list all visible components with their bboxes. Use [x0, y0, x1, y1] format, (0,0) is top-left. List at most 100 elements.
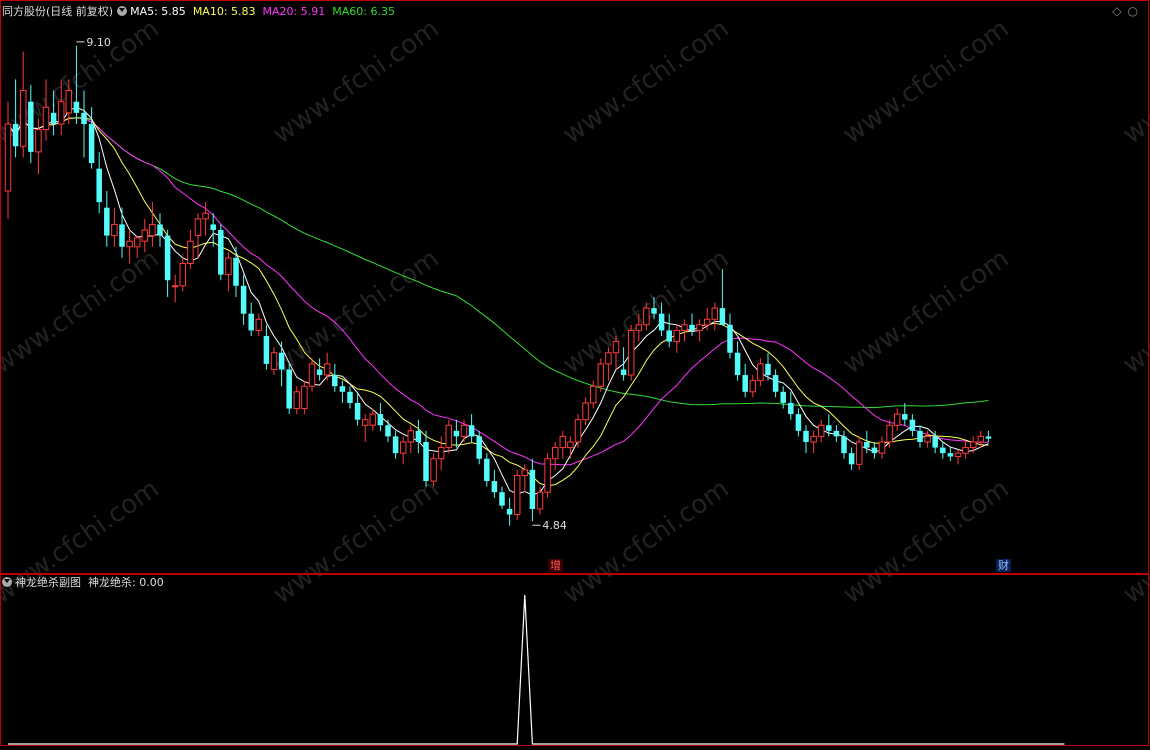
- candle-body: [977, 435, 985, 443]
- candle-body: [81, 112, 87, 124]
- candle: [218, 224, 224, 281]
- candle: [780, 386, 786, 409]
- candle: [293, 386, 301, 415]
- candle-body: [559, 435, 567, 449]
- candle: [711, 302, 719, 331]
- candle-body: [513, 474, 521, 516]
- candle: [817, 419, 825, 442]
- candle-body: [635, 324, 643, 331]
- candle: [377, 402, 384, 431]
- candle-body: [50, 112, 57, 124]
- candle-body: [468, 425, 475, 437]
- candle: [940, 442, 946, 459]
- candle-body: [460, 424, 468, 437]
- candle-body: [423, 442, 429, 482]
- stock-title[interactable]: 同方股份(日线 前复权): [2, 5, 113, 18]
- candle-body: [179, 262, 187, 287]
- candle-body: [430, 458, 437, 482]
- candle: [666, 313, 672, 348]
- candle-body: [240, 285, 247, 314]
- main-chart-header: 同方股份(日线 前复权) MA5: 5.85 MA10: 5.83 MA20: 5.9…: [2, 5, 402, 19]
- candle: [225, 252, 232, 292]
- candle-body: [703, 318, 711, 326]
- indicator-title[interactable]: 神龙绝杀副图: [15, 576, 81, 589]
- candle-body: [316, 369, 323, 376]
- candle: [499, 486, 505, 509]
- kline-chart-panel[interactable]: www.cfchi.com www.cfchi.com www.cfchi.com w…: [0, 0, 1150, 750]
- candle: [157, 213, 163, 247]
- candle: [696, 319, 703, 342]
- candle-body: [354, 402, 361, 420]
- candle: [119, 207, 125, 258]
- candle-body: [96, 168, 102, 203]
- ma20-line: [7, 117, 989, 466]
- candle-body: [339, 386, 346, 392]
- candle-body: [12, 124, 19, 147]
- candle: [392, 430, 399, 459]
- candle-body: [817, 424, 825, 437]
- restore-icon[interactable]: ◇: [1112, 4, 1127, 18]
- shenlong-indicator-line: [8, 594, 1065, 745]
- candle: [332, 363, 338, 392]
- candle-body: [73, 101, 80, 113]
- candle-body: [917, 430, 923, 442]
- candle: [962, 442, 969, 459]
- candle-body: [149, 223, 156, 237]
- candle-body: [841, 436, 847, 454]
- candle-body: [574, 419, 582, 443]
- candle: [437, 436, 445, 470]
- candle-body: [499, 492, 505, 506]
- candle: [582, 397, 589, 426]
- candle-body: [437, 447, 445, 460]
- candle-body: [104, 207, 110, 236]
- chevron-down-icon[interactable]: [2, 577, 12, 587]
- candle-body: [711, 307, 719, 320]
- candle: [347, 386, 353, 409]
- candle: [924, 430, 931, 448]
- chevron-down-icon[interactable]: [117, 6, 128, 16]
- candle-body: [765, 363, 771, 376]
- candle: [81, 90, 87, 158]
- candle-body: [734, 352, 741, 376]
- candle-body: [673, 329, 681, 343]
- candle: [339, 380, 346, 403]
- candle: [627, 324, 635, 381]
- candle-body: [924, 435, 931, 443]
- candle: [263, 324, 270, 370]
- candle: [323, 352, 331, 381]
- candle: [301, 380, 308, 415]
- watermark-text: www.cfchi.com: [268, 244, 445, 380]
- close-icon[interactable]: ○: [1128, 4, 1144, 18]
- candle: [878, 436, 886, 459]
- candle: [574, 414, 582, 448]
- event-marker-zeng[interactable]: 增: [548, 559, 563, 572]
- candle-body: [248, 313, 254, 331]
- candle: [149, 202, 156, 247]
- candle-body: [308, 363, 316, 387]
- candle-body: [399, 441, 407, 454]
- candle-body: [855, 441, 863, 465]
- candle: [171, 274, 179, 303]
- candle-body: [445, 424, 453, 449]
- candle-body: [947, 453, 954, 457]
- candle-body: [589, 385, 597, 404]
- candlestick-series[interactable]: [4, 45, 992, 526]
- candle: [848, 447, 855, 470]
- candle-body: [407, 430, 415, 443]
- candle: [855, 436, 863, 470]
- candle: [681, 319, 688, 342]
- watermark-text: www.cfchi.com: [558, 14, 735, 150]
- event-marker-cai[interactable]: 财: [996, 559, 1011, 572]
- candle: [749, 375, 757, 398]
- candle: [423, 430, 429, 487]
- candle-body: [658, 313, 665, 331]
- candle: [742, 363, 748, 398]
- candle: [810, 430, 817, 454]
- candle-body: [263, 336, 270, 364]
- candle-body: [788, 402, 794, 415]
- candle: [316, 358, 323, 381]
- candle-body: [864, 442, 870, 448]
- candle-body: [111, 223, 118, 237]
- candle: [248, 302, 254, 336]
- candle-body: [803, 430, 809, 442]
